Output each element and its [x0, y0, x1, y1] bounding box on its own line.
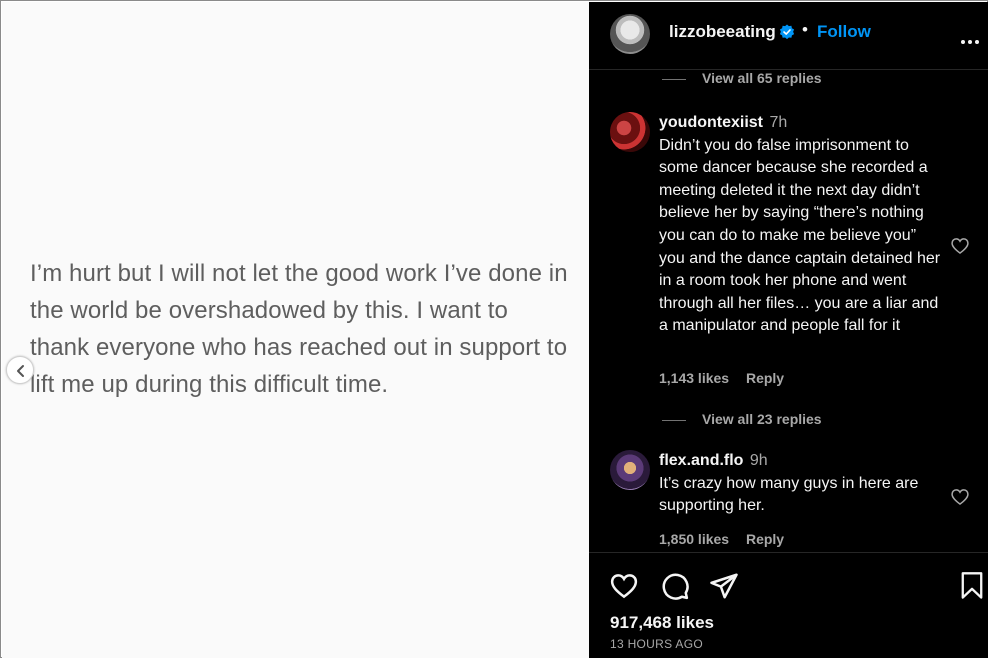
post-likes-count[interactable]: 917,468 likes — [610, 613, 714, 633]
heart-icon[interactable] — [950, 236, 970, 256]
comment-icon[interactable] — [660, 571, 690, 601]
chevron-left-icon — [17, 365, 24, 377]
view-replies-label: View all 23 replies — [702, 411, 822, 427]
post-statement-text: I’m hurt but I will not let the good wor… — [30, 260, 568, 398]
comment-text: Didn’t you do false imprisonment to some… — [659, 136, 941, 335]
comment-body: youdontexiist 7h Didn’t you do false imp… — [659, 112, 944, 338]
post-image[interactable]: I’m hurt but I will not let the good wor… — [2, 2, 589, 658]
comment-body: flex.and.flo 9h It’s crazy how many guys… — [659, 450, 944, 518]
more-icon[interactable] — [961, 31, 982, 49]
heart-icon[interactable] — [609, 571, 639, 601]
comment-time: 7h — [769, 114, 788, 131]
comment-meta: 1,850 likes Reply — [659, 531, 797, 547]
replies-line — [662, 419, 686, 421]
heart-icon[interactable] — [950, 487, 970, 507]
view-replies-button[interactable]: View all 23 replies — [662, 411, 822, 427]
action-bar: 917,468 likes 13 HOURS AGO — [589, 552, 988, 658]
author-avatar[interactable] — [610, 14, 650, 54]
comment-likes[interactable]: 1,850 likes — [659, 531, 729, 547]
post-window: I’m hurt but I will not let the good wor… — [0, 0, 988, 658]
comment-text: It’s crazy how many guys in here are sup… — [659, 474, 919, 515]
commenter-avatar[interactable] — [610, 450, 650, 490]
commenter-avatar[interactable] — [610, 112, 650, 152]
previous-slide-button[interactable] — [6, 356, 34, 384]
post-timestamp: 13 HOURS AGO — [610, 637, 703, 651]
comments-panel: lizzobeeating • Follow View all 65 repli… — [589, 2, 988, 658]
author-username[interactable]: lizzobeeating — [669, 22, 776, 42]
comment-username[interactable]: youdontexiist — [659, 114, 763, 131]
post-header: lizzobeeating • Follow — [589, 2, 988, 70]
verified-badge-icon — [779, 24, 795, 40]
header-separator: • — [802, 20, 808, 39]
comment-username[interactable]: flex.and.flo — [659, 452, 743, 469]
reply-button[interactable]: Reply — [746, 370, 784, 386]
comment-meta: 1,143 likes Reply — [659, 370, 797, 386]
replies-line — [662, 78, 686, 80]
reply-button[interactable]: Reply — [746, 531, 784, 547]
view-replies-button[interactable]: View all 65 replies — [662, 70, 822, 86]
comment-time: 9h — [749, 452, 768, 469]
follow-button[interactable]: Follow — [817, 22, 871, 42]
comment-likes[interactable]: 1,143 likes — [659, 370, 729, 386]
bookmark-icon[interactable] — [959, 571, 985, 601]
view-replies-label: View all 65 replies — [702, 70, 822, 86]
share-icon[interactable] — [709, 571, 739, 601]
